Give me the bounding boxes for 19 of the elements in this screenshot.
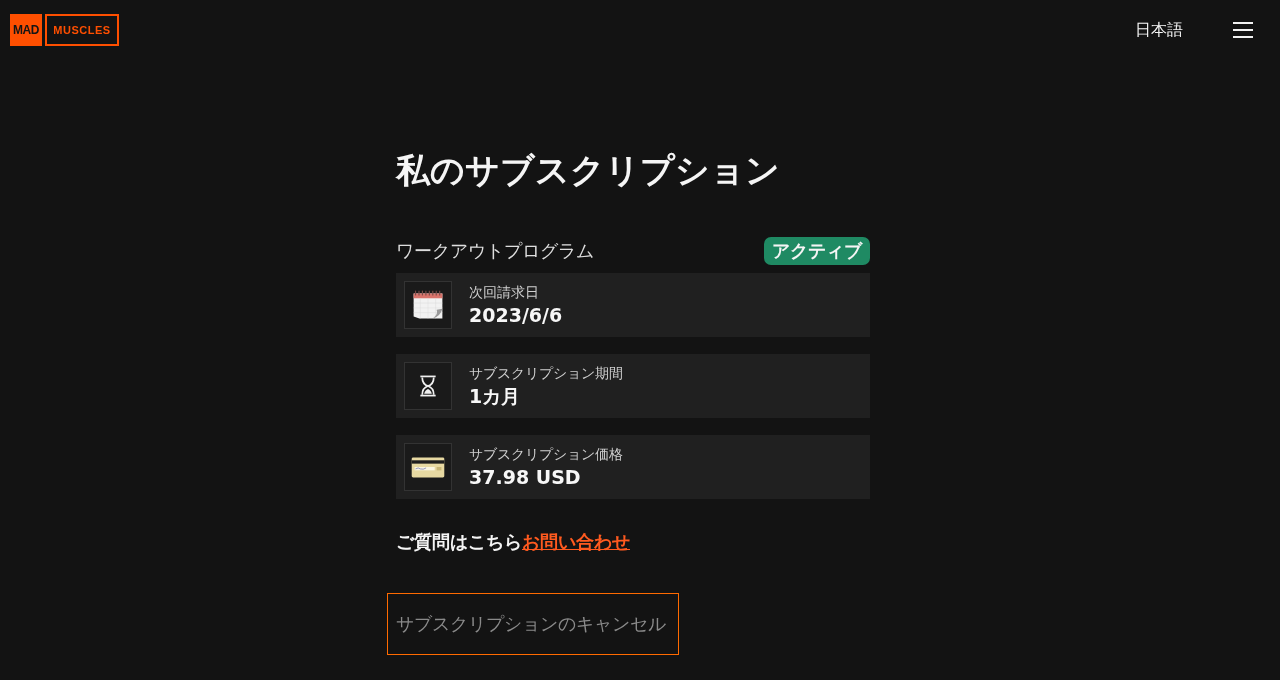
status-badge: アクティブ xyxy=(764,237,870,265)
language-selector[interactable]: 日本語 xyxy=(1135,20,1183,40)
detail-value: 37.98 USD xyxy=(469,465,582,490)
credit-card-icon xyxy=(404,443,452,491)
detail-value: 2023/6/6 xyxy=(469,303,563,328)
menu-icon[interactable] xyxy=(1233,22,1253,38)
logo-mark: MAD xyxy=(10,14,42,46)
logo-wordmark: MUSCLES xyxy=(45,14,119,46)
cancel-button[interactable]: サブスクリプションのキャンセル xyxy=(387,593,679,655)
plan-name: ワークアウトプログラム xyxy=(396,239,594,263)
detail-label: 次回請求日 xyxy=(469,283,540,302)
detail-value: 1カ月 xyxy=(469,384,522,409)
hourglass-icon xyxy=(404,362,452,410)
detail-label: サブスクリプション期間 xyxy=(469,364,623,383)
detail-label: サブスクリプション価格 xyxy=(469,445,623,464)
calendar-icon xyxy=(404,281,452,329)
contact-link[interactable]: お問い合わせ xyxy=(522,531,630,552)
page-title: 私のサブスクリプション xyxy=(396,150,781,191)
contact-text: ご質問はこちらお問い合わせ xyxy=(396,530,631,554)
